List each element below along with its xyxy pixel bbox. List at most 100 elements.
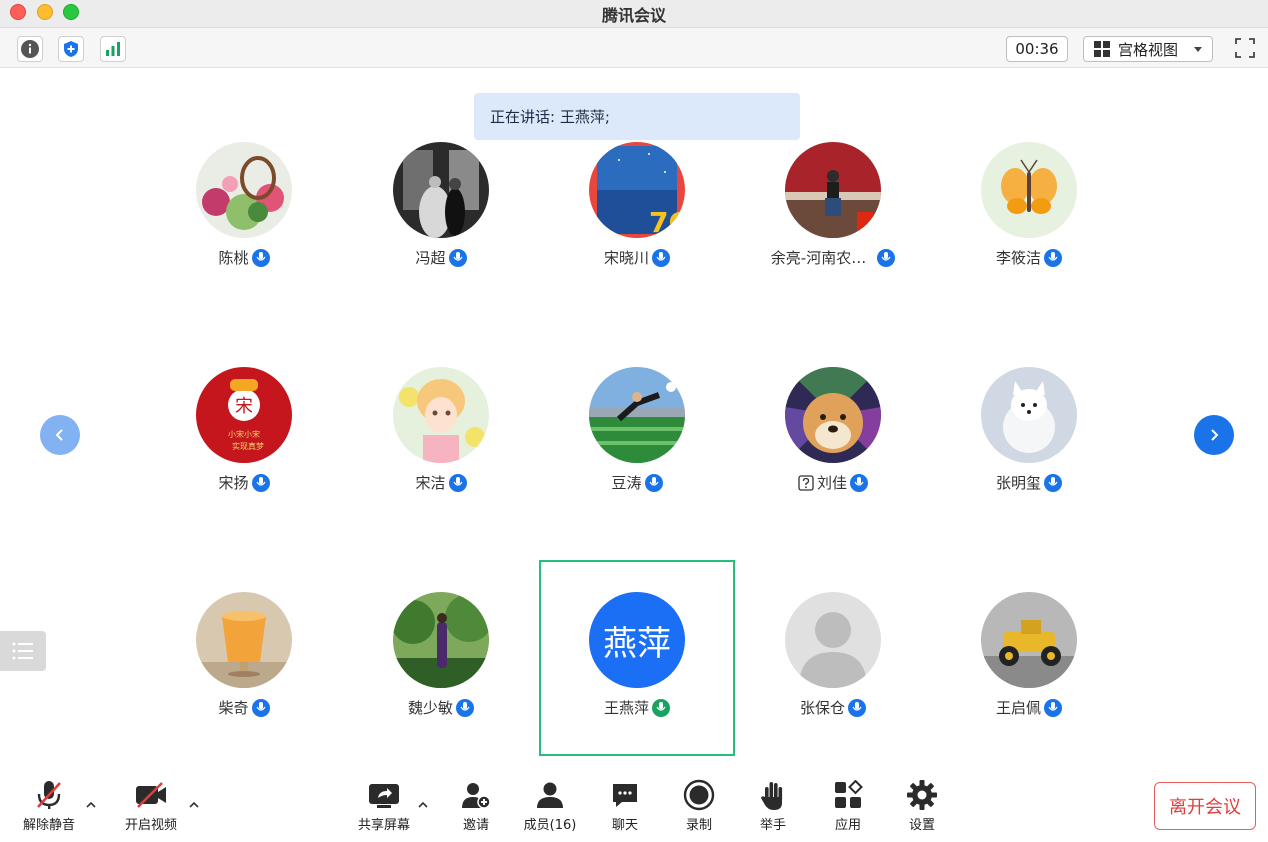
- avatar: [981, 142, 1077, 238]
- raise-hand-label: 举手: [759, 818, 786, 833]
- mic-icon: [1044, 248, 1062, 267]
- participant-tile[interactable]: 陈桃: [146, 140, 342, 336]
- unmute-button[interactable]: 解除静音: [17, 778, 81, 834]
- avatar-caption: 7C: [649, 206, 685, 238]
- participant-tile[interactable]: 宋小宋小宋实现真梦 宋扬: [146, 365, 342, 561]
- audio-options-chevron-icon[interactable]: [86, 800, 96, 810]
- security-button[interactable]: [58, 36, 84, 62]
- fullscreen-button[interactable]: [1233, 36, 1257, 60]
- avatar: [393, 592, 489, 688]
- avatar-initials: 燕萍: [589, 592, 685, 688]
- add-user-icon: [462, 783, 491, 809]
- start-video-label: 开启视频: [124, 818, 177, 833]
- participant-tile[interactable]: 余亮-河南农…: [735, 140, 931, 336]
- participant-tile[interactable]: 王启佩: [931, 590, 1127, 786]
- apps-label: 应用: [834, 818, 861, 833]
- avatar: [196, 142, 292, 238]
- record-button[interactable]: 录制: [667, 778, 731, 834]
- signal-bars-icon: [106, 42, 120, 56]
- participant-tile[interactable]: 张明玺: [931, 365, 1127, 561]
- avatar: 宋小宋小宋实现真梦: [196, 367, 292, 463]
- mic-icon: [848, 698, 866, 717]
- avatar-caption-line2: 实现真梦: [232, 441, 264, 451]
- participant-name: 豆涛: [539, 472, 735, 493]
- previous-page-button[interactable]: [40, 415, 80, 455]
- mic-speaking-icon: [652, 698, 670, 717]
- mic-icon: [850, 473, 868, 492]
- avatar: [785, 367, 881, 463]
- members-label: 成员(16): [523, 818, 577, 833]
- avatar-caption-line1: 小宋小宋: [228, 429, 260, 439]
- view-mode-label: 宫格视图: [1118, 40, 1179, 59]
- participant-tile[interactable]: 宋洁: [343, 365, 539, 561]
- mic-icon: [877, 248, 896, 267]
- mic-icon: [251, 698, 270, 717]
- share-screen-label: 共享屏幕: [357, 818, 410, 833]
- mic-muted-icon: [37, 781, 61, 809]
- participant-tile-active-speaker[interactable]: 燕萍 王燕萍: [539, 590, 735, 786]
- unknown-device-icon: [798, 474, 814, 491]
- view-mode-select[interactable]: 宫格视图: [1083, 36, 1213, 62]
- svg-text:宋: 宋: [235, 396, 253, 417]
- participant-name: 王燕萍: [539, 697, 735, 718]
- participant-name: 余亮-河南农…: [735, 247, 931, 268]
- title-bar: 腾讯会议: [0, 0, 1268, 28]
- participant-tile[interactable]: 7C 宋晓川: [539, 140, 735, 336]
- participant-name: 柴奇: [146, 697, 342, 718]
- avatar: [589, 367, 685, 463]
- chat-label: 聊天: [611, 818, 638, 833]
- participant-name: 魏少敏: [343, 697, 539, 718]
- members-icon: [537, 782, 563, 808]
- mic-icon: [1044, 473, 1062, 492]
- settings-button[interactable]: 设置: [890, 778, 954, 834]
- participant-name: 宋扬: [146, 472, 342, 493]
- list-icon: [12, 642, 33, 660]
- info-icon: [21, 40, 39, 58]
- avatar: [981, 367, 1077, 463]
- network-status-button[interactable]: [100, 36, 126, 62]
- settings-label: 设置: [908, 818, 935, 833]
- participant-tile[interactable]: 刘佳: [735, 365, 931, 561]
- next-page-button[interactable]: [1194, 415, 1234, 455]
- participant-name: 陈桃: [146, 247, 342, 268]
- participant-tile[interactable]: 豆涛: [539, 365, 735, 561]
- participant-tile[interactable]: 魏少敏: [343, 590, 539, 786]
- start-video-button[interactable]: 开启视频: [119, 778, 183, 834]
- chevron-left-icon: [55, 429, 63, 441]
- share-options-chevron-icon[interactable]: [418, 800, 428, 810]
- video-options-chevron-icon[interactable]: [189, 800, 199, 810]
- window-title: 腾讯会议: [601, 6, 666, 25]
- raise-hand-button[interactable]: 举手: [741, 778, 805, 834]
- hand-icon: [761, 782, 783, 810]
- avatar: [981, 592, 1077, 688]
- chat-icon: [613, 784, 637, 807]
- meeting-timer: 00:36: [1006, 36, 1068, 62]
- participant-tile[interactable]: 柴奇: [146, 590, 342, 786]
- avatar: [196, 592, 292, 688]
- apps-icon: [835, 780, 863, 808]
- participant-tile[interactable]: 李筱洁: [931, 140, 1127, 336]
- participant-tile[interactable]: 张保仓: [735, 590, 931, 786]
- participant-list-toggle[interactable]: [0, 631, 46, 671]
- avatar: [393, 367, 489, 463]
- shield-icon: [64, 41, 78, 57]
- share-screen-icon: [369, 784, 399, 808]
- members-button[interactable]: 成员(16): [518, 778, 582, 834]
- unmute-label: 解除静音: [22, 818, 75, 833]
- top-toolbar: 00:36 宫格视图: [0, 28, 1268, 68]
- mic-icon: [1044, 698, 1062, 717]
- chat-button[interactable]: 聊天: [593, 778, 657, 834]
- share-screen-button[interactable]: 共享屏幕: [352, 778, 416, 834]
- mic-icon: [448, 248, 467, 267]
- meeting-info-button[interactable]: [17, 36, 43, 62]
- participant-tile[interactable]: 冯超: [343, 140, 539, 336]
- invite-button[interactable]: 邀请: [444, 778, 508, 834]
- apps-button[interactable]: 应用: [816, 778, 880, 834]
- avatar: [393, 142, 489, 238]
- leave-meeting-button[interactable]: 离开会议: [1154, 782, 1256, 830]
- bottom-toolbar: 解除静音 开启视频 共享屏幕 邀请 成员(16) 聊天 录制 举手 应用 设置: [0, 772, 1268, 842]
- participant-name: 宋晓川: [539, 247, 735, 268]
- gear-icon: [907, 780, 937, 810]
- participant-name: 王启佩: [931, 697, 1127, 718]
- participant-name: 张保仓: [735, 697, 931, 718]
